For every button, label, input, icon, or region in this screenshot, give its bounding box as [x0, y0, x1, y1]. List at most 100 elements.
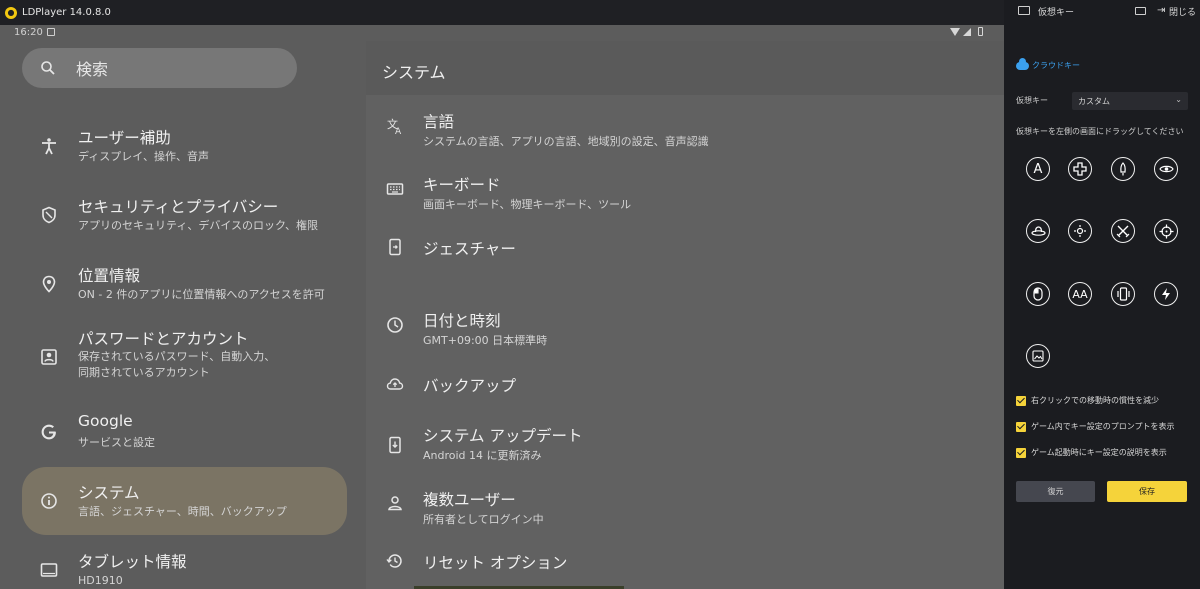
system-item-title: 日付と時刻 [423, 312, 501, 330]
letter-a-key-icon[interactable]: A [1026, 157, 1050, 181]
translate-icon: 文A [387, 117, 402, 135]
signal-icon [963, 28, 971, 36]
dpad-key-icon[interactable] [1068, 157, 1092, 181]
panel-header: 仮想キー ⇥ 閉じる [1004, 0, 1200, 22]
system-item-system-update[interactable]: システム アップデート Android 14 に更新済み [366, 415, 1004, 475]
settings-item-subtitle: 言語、ジェスチャー、時間、バックアップ [78, 505, 287, 518]
system-item-title: 複数ユーザー [423, 491, 516, 509]
settings-item-subtitle: ON - 2 件のアプリに位置情報へのアクセスを許可 [78, 288, 325, 301]
system-item-subtitle: Android 14 に更新済み [423, 449, 542, 462]
system-item-title: リセット オプション [423, 554, 568, 572]
settings-item-accessibility[interactable]: ユーザー補助 ディスプレイ、操作、音声 [22, 112, 347, 180]
system-item-reset-options[interactable]: リセット オプション [366, 531, 1004, 589]
settings-item-title: Google [78, 412, 133, 430]
system-item-keyboard[interactable]: キーボード 画面キーボード、物理キーボード、ツール [366, 159, 1004, 219]
checkbox-checked[interactable] [1016, 395, 1026, 406]
key-aa-text: AA [1072, 287, 1088, 301]
system-item-subtitle: システムの言語、アプリの言語、地域別の設定、音声認識 [423, 135, 709, 148]
settings-item-tablet-info[interactable]: タブレット情報 HD1910 [22, 536, 347, 589]
info-icon [41, 493, 57, 509]
settings-item-title: システム [78, 484, 140, 502]
system-item-title: キーボード [423, 176, 501, 194]
window-titlebar: ● LDPlayer 14.0.8.0 [0, 0, 1004, 25]
search-bar[interactable]: 検索 [22, 48, 297, 88]
system-item-title: バックアップ [423, 377, 517, 395]
virtual-key-select[interactable]: カスタム ⌄ [1072, 92, 1188, 110]
system-item-backup[interactable]: バックアップ [366, 354, 1004, 414]
detail-title: システム [382, 63, 446, 82]
google-g-icon [41, 424, 56, 440]
lightning-key-icon[interactable] [1154, 282, 1178, 306]
drag-hint: 仮想キーを左側の画面にドラッグしてください [1016, 127, 1184, 136]
settings-item-google[interactable]: Google サービスと設定 [22, 398, 347, 466]
clock-icon [387, 317, 403, 333]
checkbox-show-key-description[interactable]: ゲーム起動時にキー設定の説明を表示 [1016, 447, 1167, 458]
account-box-icon [41, 349, 57, 365]
settings-item-system[interactable]: システム 言語、ジェスチャー、時間、バックアップ [22, 467, 347, 535]
cloud-key-link[interactable]: クラウドキー [1016, 57, 1080, 71]
crosshair-key-icon[interactable] [1154, 219, 1178, 243]
system-item-subtitle: 画面キーボード、物理キーボード、ツール [423, 198, 632, 211]
checkbox-label: ゲーム内でキー設定のプロンプトを表示 [1031, 422, 1175, 431]
search-icon [41, 61, 55, 75]
settings-item-security[interactable]: セキュリティとプライバシー アプリのセキュリティ、デバイスのロック、権限 [22, 181, 347, 249]
history-icon [386, 554, 402, 568]
eye-key-icon[interactable] [1154, 157, 1178, 181]
cloud-key-label: クラウドキー [1032, 61, 1080, 70]
joystick-key-icon[interactable] [1068, 219, 1092, 243]
close-button[interactable]: 閉じる [1169, 5, 1196, 18]
virtual-key-label: 仮想キー [1016, 96, 1048, 105]
exit-icon[interactable]: ⇥ [1157, 5, 1165, 16]
settings-item-subtitle: サービスと設定 [78, 436, 155, 449]
letters-aa-key-icon[interactable]: AA [1068, 282, 1092, 306]
mouse-key-icon[interactable] [1026, 282, 1050, 306]
key-a-text: A [1033, 161, 1043, 177]
chevron-down-icon: ⌄ [1175, 95, 1182, 104]
image-key-icon[interactable] [1026, 344, 1050, 368]
restore-button[interactable]: 復元 [1016, 481, 1095, 502]
system-item-title: ジェスチャー [423, 240, 516, 258]
save-button[interactable]: 保存 [1107, 481, 1187, 502]
settings-item-subtitle-line2: 同期されているアカウント [78, 366, 210, 379]
system-item-gestures[interactable]: ジェスチャー [366, 217, 1004, 277]
shake-phone-key-icon[interactable] [1111, 282, 1135, 306]
system-item-subtitle: GMT+09:00 日本標準時 [423, 334, 548, 347]
system-item-date-time[interactable]: 日付と時刻 GMT+09:00 日本標準時 [366, 295, 1004, 355]
system-item-multiple-users[interactable]: 複数ユーザー 所有者としてログイン中 [366, 473, 1004, 533]
battery-icon [978, 27, 983, 36]
settings-item-title: 位置情報 [78, 267, 141, 285]
settings-item-title: パスワードとアカウント [78, 330, 249, 348]
search-label: 検索 [76, 60, 109, 79]
system-detail-pane: システム 文A 言語 システムの言語、アプリの言語、地域別の設定、音声認識 キー… [366, 41, 1004, 589]
android-screen: 16:20 検索 ユーザー補助 ディスプレイ、操作、音声 セキュリティとプライバ… [0, 25, 1004, 589]
gesture-phone-icon [389, 238, 401, 256]
checkbox-checked[interactable] [1016, 421, 1026, 432]
location-pin-icon [42, 275, 56, 293]
settings-item-subtitle: ディスプレイ、操作、音声 [78, 150, 210, 163]
settings-item-title: タブレット情報 [78, 553, 187, 571]
ldplayer-logo-icon: ● [5, 6, 17, 19]
system-item-subtitle: 所有者としてログイン中 [423, 513, 544, 526]
settings-item-subtitle: 保存されているパスワード、自動入力、 [78, 350, 276, 363]
checkbox-reduce-inertia[interactable]: 右クリックでの移動時の慣性を減少 [1016, 395, 1159, 406]
cloud-upload-icon [386, 378, 404, 390]
detail-header: システム [366, 41, 1004, 95]
status-bar: 16:20 [0, 25, 1004, 41]
keyboard-icon [1018, 6, 1030, 15]
rocket-key-icon[interactable] [1111, 157, 1135, 181]
checkbox-label: ゲーム起動時にキー設定の説明を表示 [1031, 448, 1167, 457]
settings-item-title: セキュリティとプライバシー [78, 198, 279, 216]
settings-item-location[interactable]: 位置情報 ON - 2 件のアプリに位置情報へのアクセスを許可 [22, 250, 347, 318]
checkbox-checked[interactable] [1016, 447, 1026, 458]
accessibility-icon [42, 138, 56, 155]
status-time: 16:20 [14, 27, 43, 38]
crossed-swords-key-icon[interactable] [1111, 219, 1135, 243]
cowboy-hat-key-icon[interactable] [1026, 219, 1050, 243]
checkbox-show-key-prompt[interactable]: ゲーム内でキー設定のプロンプトを表示 [1016, 421, 1175, 432]
folder-icon[interactable] [1135, 7, 1146, 15]
system-item-language[interactable]: 文A 言語 システムの言語、アプリの言語、地域別の設定、音声認識 [366, 96, 1004, 156]
settings-item-passwords-accounts[interactable]: パスワードとアカウント 保存されているパスワード、自動入力、 同期されているアカ… [22, 317, 347, 397]
window-title: LDPlayer 14.0.8.0 [22, 7, 111, 18]
cloud-icon [1016, 57, 1029, 70]
svg-text:A: A [395, 127, 402, 135]
